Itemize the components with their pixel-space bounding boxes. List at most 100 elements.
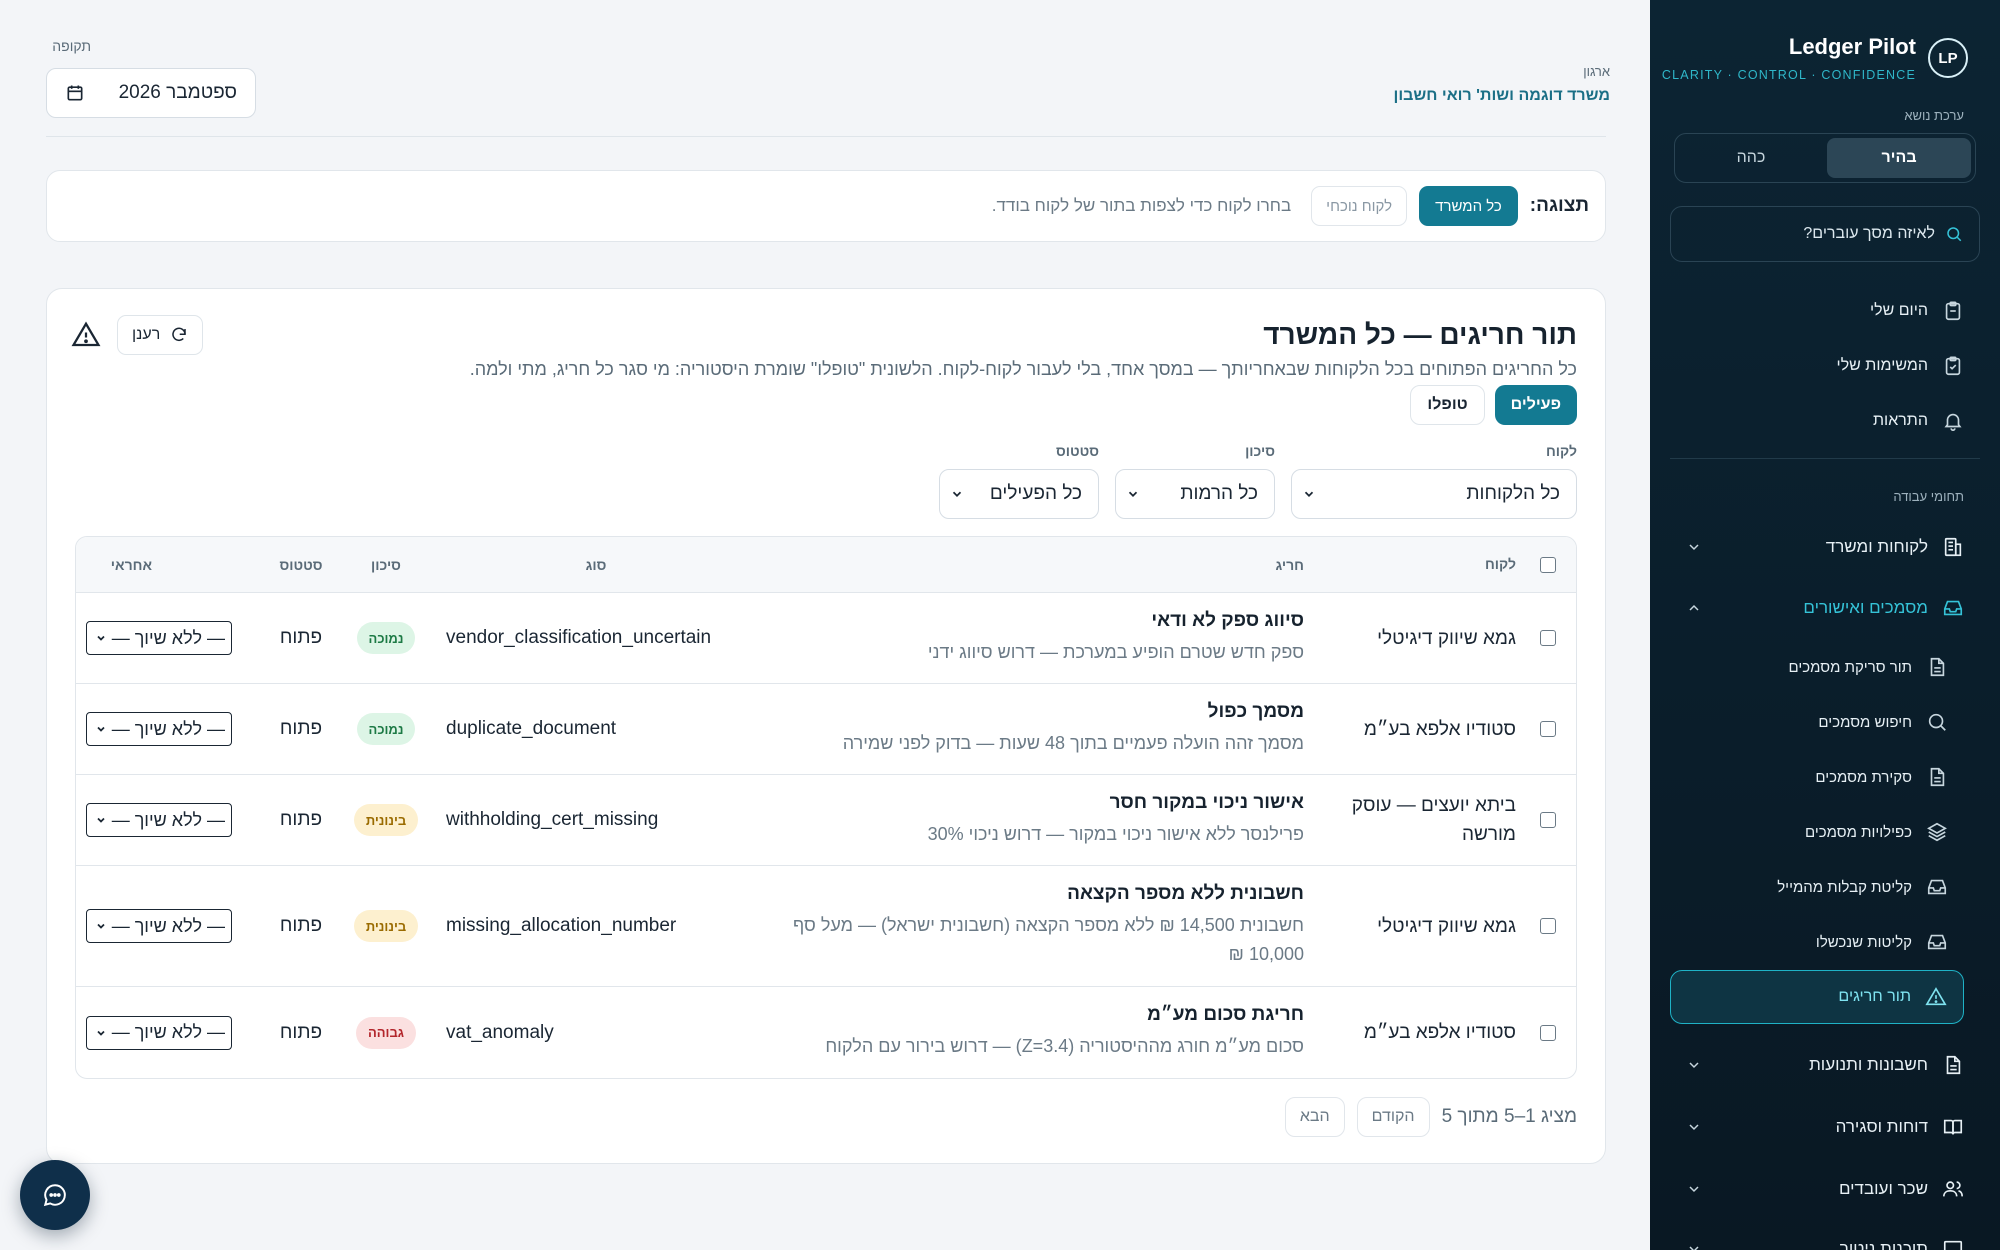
next-page-button[interactable]: הבא bbox=[1284, 1097, 1345, 1137]
monitor-icon bbox=[1943, 1240, 1963, 1250]
chevron-up-icon bbox=[1689, 604, 1699, 611]
theme-dark-button[interactable]: כהה bbox=[1679, 138, 1823, 178]
period-picker: תקופה ספטמבר 2026 bbox=[46, 38, 256, 118]
brand[interactable]: LP Ledger Pilot CLARITY · CONTROL · CONF… bbox=[1662, 34, 1968, 82]
nav-item-alerts[interactable]: התראות bbox=[1873, 410, 1964, 432]
document-icon bbox=[1946, 1055, 1961, 1075]
row-status: פתוח bbox=[279, 627, 323, 648]
row-exception-desc: ספק חדש שטרם הופיע במערכת — דרוש סיווג י… bbox=[927, 641, 1304, 662]
risk-badge: בינונית bbox=[353, 910, 419, 942]
search-icon bbox=[1947, 227, 1962, 242]
nav-item-doc-review[interactable]: סקירת מסמכים bbox=[1815, 766, 1948, 788]
warning-icon[interactable] bbox=[71, 320, 101, 350]
nav-item-label: סקירת מסמכים bbox=[1815, 768, 1912, 786]
nav-item-my-day[interactable]: היום שלי bbox=[1870, 300, 1964, 322]
row-type: vendor_classification_uncertain bbox=[446, 627, 712, 648]
owner-select[interactable]: — ללא שיוך — bbox=[86, 909, 232, 943]
owner-select[interactable]: — ללא שיוך — bbox=[86, 712, 232, 746]
nav-item-label: המשימות שלי bbox=[1836, 357, 1928, 374]
table-header: לקוח חריג סוג סיכון סטטוס אחראי bbox=[76, 537, 1576, 593]
nav-item-label: חיפוש מסמכים bbox=[1818, 713, 1912, 731]
inbox-icon bbox=[1927, 934, 1947, 950]
row-checkbox[interactable] bbox=[1540, 721, 1556, 737]
view-all-office-button[interactable]: כל המשרד bbox=[1419, 186, 1518, 226]
status-tabs: פעילים טופלו bbox=[1410, 385, 1577, 425]
table-row[interactable]: סטודיו אלפא בע״מ חריגת סכום מע״מ סכום מע… bbox=[76, 987, 1576, 1078]
column-risk: סיכון bbox=[371, 556, 401, 573]
status-filter-select[interactable]: כל הפעילים bbox=[939, 469, 1099, 519]
search-icon bbox=[1928, 713, 1946, 731]
chevron-down-icon bbox=[1128, 491, 1138, 497]
nav-item-my-tasks[interactable]: המשימות שלי bbox=[1837, 355, 1964, 377]
chat-button[interactable] bbox=[20, 1160, 90, 1230]
nav-group-accounts[interactable]: חשבונות ותנועות bbox=[1686, 1054, 1964, 1076]
table-row[interactable]: גמא שיווק דיגיטלי חשבונית ללא מספר הקצאה… bbox=[76, 866, 1576, 987]
select-all-checkbox[interactable] bbox=[1540, 556, 1556, 573]
table-row[interactable]: סטודיו אלפא בע״מ מסמך כפול מסמך זהה הועל… bbox=[76, 684, 1576, 775]
owner-value: — ללא שיוך — bbox=[111, 1022, 225, 1042]
nav-group-monitoring[interactable]: תוכנות ניטור bbox=[1686, 1238, 1964, 1250]
chat-bubble-icon bbox=[43, 1184, 66, 1207]
screen-search-input[interactable]: לאיזה מסך עוברים? bbox=[1670, 206, 1980, 262]
row-checkbox[interactable] bbox=[1540, 918, 1556, 934]
nav-item-label: קליטת קבלות מהמייל bbox=[1777, 878, 1912, 896]
row-checkbox[interactable] bbox=[1540, 812, 1556, 828]
nav-item-doc-duplicates[interactable]: כפילויות מסמכים bbox=[1805, 821, 1948, 843]
theme-light-button[interactable]: בהיר bbox=[1827, 138, 1971, 178]
nav-item-doc-search[interactable]: חיפוש מסמכים bbox=[1818, 711, 1948, 733]
nav-item-label: התראות bbox=[1873, 412, 1928, 429]
row-checkbox[interactable] bbox=[1540, 1024, 1556, 1041]
row-exception-desc: פרילנסר ללא אישור ניכוי במקור — דרוש ניכ… bbox=[927, 823, 1304, 844]
nav-item-email-intake[interactable]: קליטת קבלות מהמייל bbox=[1777, 876, 1948, 898]
book-icon bbox=[1943, 1119, 1963, 1135]
chevron-down-icon bbox=[97, 923, 105, 929]
row-checkbox[interactable] bbox=[1540, 630, 1556, 646]
pagination: מציג 1–5 מתוך 5 הקודם הבא bbox=[1284, 1097, 1577, 1137]
risk-badge: גבוהה bbox=[355, 1016, 417, 1049]
nav-item-failed-intake[interactable]: קליטות שנכשלו bbox=[1816, 931, 1948, 953]
brand-name: Ledger Pilot bbox=[1788, 34, 1916, 59]
document-icon bbox=[1930, 767, 1945, 787]
refresh-button[interactable]: רענן bbox=[117, 315, 204, 355]
inbox-icon bbox=[1927, 879, 1947, 895]
table-row[interactable]: גמא שיווק דיגיטלי סיווג ספק לא ודאי ספק … bbox=[76, 593, 1576, 684]
risk-filter-select[interactable]: כל הרמות bbox=[1115, 469, 1275, 519]
nav-group-documents[interactable]: מסמכים ואישורים bbox=[1686, 597, 1964, 619]
client-filter-select[interactable]: כל הלקוחות bbox=[1291, 469, 1577, 519]
tab-active[interactable]: פעילים bbox=[1494, 385, 1577, 425]
warning-icon bbox=[1925, 987, 1947, 1006]
nav-item-exceptions-queue[interactable]: תור חריגים bbox=[1670, 970, 1964, 1024]
nav-group-label: לקוחות ומשרד bbox=[1825, 537, 1928, 556]
row-client: גמא שיווק דיגיטלי bbox=[1377, 627, 1516, 649]
chevron-down-icon bbox=[1689, 1124, 1699, 1131]
calendar-icon[interactable] bbox=[65, 83, 85, 103]
chevron-down-icon bbox=[952, 491, 962, 497]
chevron-down-icon bbox=[97, 726, 105, 732]
row-type: missing_allocation_number bbox=[446, 915, 677, 936]
tab-handled[interactable]: טופלו bbox=[1410, 385, 1485, 425]
view-current-client-button[interactable]: לקוח נוכחי bbox=[1311, 186, 1408, 226]
row-exception-title: חשבונית ללא מספר הקצאה bbox=[1067, 883, 1304, 904]
row-status: פתוח bbox=[279, 915, 323, 936]
nav-group-label: חשבונות ותנועות bbox=[1809, 1055, 1928, 1074]
nav-item-scan-queue[interactable]: תור סריקת מסמכים bbox=[1788, 656, 1948, 678]
nav-group-payroll[interactable]: שכר ועובדים bbox=[1686, 1178, 1964, 1200]
sidebar-divider bbox=[1670, 458, 1980, 459]
nav-group-clients[interactable]: לקוחות ומשרד bbox=[1686, 536, 1964, 558]
org-selector[interactable]: ארגון משרד דוגמה ושות' רואי חשבון bbox=[1394, 64, 1611, 105]
owner-select[interactable]: — ללא שיוך — bbox=[86, 1015, 232, 1050]
owner-select[interactable]: — ללא שיוך — bbox=[86, 621, 232, 655]
owner-select[interactable]: — ללא שיוך — bbox=[86, 803, 232, 837]
row-client: גמא שיווק דיגיטלי bbox=[1377, 915, 1516, 937]
nav-group-reports[interactable]: דוחות וסגירה bbox=[1686, 1116, 1964, 1138]
period-input[interactable]: ספטמבר 2026 bbox=[46, 68, 256, 118]
chevron-down-icon bbox=[1689, 1062, 1699, 1069]
exceptions-table: לקוח חריג סוג סיכון סטטוס אחראי גמא שיוו… bbox=[75, 536, 1577, 1079]
client-filter: לקוח כל הלקוחות bbox=[1291, 443, 1577, 519]
table-row[interactable]: ביתא יועצים — עוסק מורשה אישור ניכוי במק… bbox=[76, 775, 1576, 866]
search-placeholder: לאיזה מסך עוברים? bbox=[1803, 225, 1935, 242]
prev-page-button[interactable]: הקודם bbox=[1356, 1097, 1430, 1137]
chevron-down-icon bbox=[97, 635, 105, 641]
row-exception-title: חריגת סכום מע״מ bbox=[1147, 1004, 1304, 1025]
row-exception-title: אישור ניכוי במקור חסר bbox=[1109, 791, 1304, 813]
